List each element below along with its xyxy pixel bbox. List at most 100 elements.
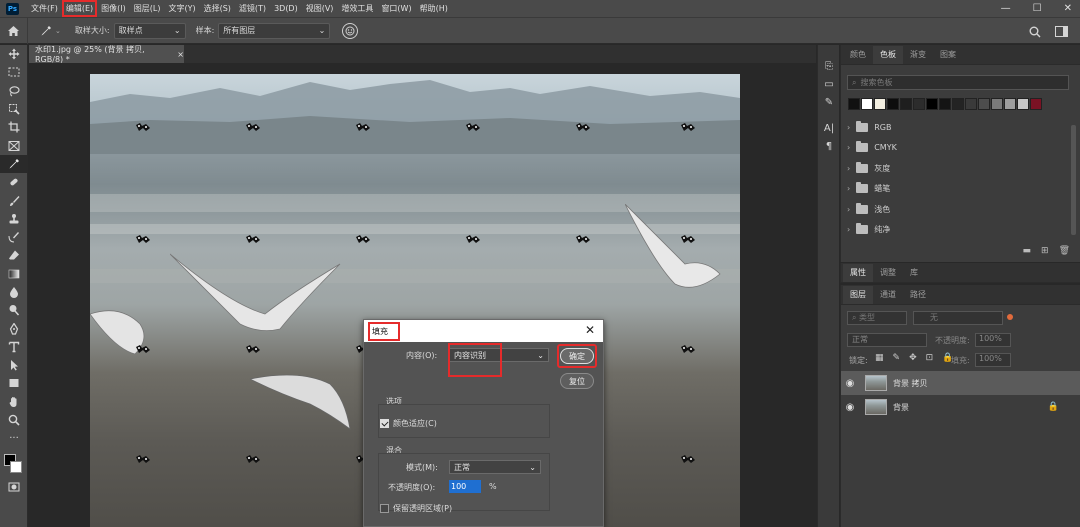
menu-3d[interactable]: 3D(D) — [270, 0, 302, 17]
quick-mask-button[interactable] — [0, 478, 28, 496]
layer-row[interactable]: ◉ 背景 🔒 — [841, 395, 1080, 419]
menu-plugins[interactable]: 增效工具 — [337, 0, 377, 17]
sample-select[interactable]: 所有图层 ⌄ — [218, 22, 331, 39]
lock-position-icon[interactable]: ✥ — [909, 353, 917, 363]
menu-help[interactable]: 帮助(H) — [416, 0, 452, 17]
close-window-button[interactable]: ✕ — [1064, 3, 1072, 14]
tab-gradients[interactable]: 渐变 — [903, 46, 933, 64]
tab-patterns[interactable]: 图案 — [933, 46, 963, 64]
frame-tool[interactable] — [0, 136, 28, 154]
chevron-right-icon[interactable]: › — [847, 225, 850, 234]
color-swatch[interactable] — [887, 98, 899, 110]
color-swatch[interactable] — [913, 98, 925, 110]
workspace-icon[interactable] — [1055, 26, 1068, 37]
reset-button[interactable]: 复位 — [560, 373, 594, 389]
comments-panel-icon[interactable]: ▭ — [818, 75, 840, 93]
minimize-button[interactable]: — — [1001, 3, 1011, 14]
home-button[interactable] — [0, 17, 28, 44]
color-swatches[interactable] — [0, 448, 28, 478]
tab-swatches[interactable]: 色板 — [873, 46, 903, 64]
fill-input[interactable]: 100% — [975, 353, 1011, 367]
opacity-input[interactable]: 100 — [449, 480, 481, 493]
eyedropper-tool[interactable] — [0, 154, 28, 174]
eraser-tool[interactable] — [0, 246, 28, 264]
preserve-transparency-checkbox[interactable]: 保留透明区域(P) — [380, 503, 452, 514]
layer-name[interactable]: 背景 拷贝 — [893, 378, 928, 389]
new-swatch-icon[interactable]: ⊞ — [1041, 246, 1049, 256]
chevron-right-icon[interactable]: › — [847, 205, 850, 214]
path-selection-tool[interactable] — [0, 356, 28, 374]
tab-libraries[interactable]: 库 — [903, 264, 925, 282]
menu-filter[interactable]: 滤镜(T) — [235, 0, 270, 17]
layer-opacity-input[interactable]: 100% — [975, 333, 1011, 347]
document-tab[interactable]: 水印1.jpg @ 25% (背景 拷贝, RGB/8) * × — [29, 45, 184, 64]
close-tab-icon[interactable]: × — [177, 50, 184, 59]
gradient-tool[interactable] — [0, 265, 28, 283]
layer-filter-kind[interactable]: 无 — [913, 311, 1003, 325]
checkbox-checked[interactable] — [380, 419, 389, 428]
swatch-search-input[interactable]: ⌕ 搜索色板 — [847, 75, 1069, 90]
crop-tool[interactable] — [0, 118, 28, 136]
history-panel-icon[interactable]: ⎘ — [818, 57, 840, 75]
tab-color[interactable]: 颜色 — [843, 46, 873, 64]
color-swatch[interactable] — [965, 98, 977, 110]
swatch-folder[interactable]: › RGB — [847, 117, 891, 137]
background-color[interactable] — [10, 460, 22, 473]
more-tools[interactable]: ··· — [0, 429, 28, 447]
color-swatch[interactable] — [991, 98, 1003, 110]
zoom-tool[interactable] — [0, 411, 28, 429]
swatch-folder[interactable]: › CMYK — [847, 138, 897, 158]
layer-filter-select[interactable]: ⌕ 类型 — [847, 311, 907, 325]
menu-image[interactable]: 图像(I) — [97, 0, 130, 17]
lock-artboard-icon[interactable]: ⊡ — [926, 353, 934, 363]
color-swatch[interactable] — [926, 98, 938, 110]
color-swatch[interactable] — [1004, 98, 1016, 110]
pen-tool[interactable] — [0, 319, 28, 337]
tab-properties[interactable]: 属性 — [843, 264, 873, 282]
panel-scrollbar[interactable] — [1071, 125, 1076, 235]
tab-channels[interactable]: 通道 — [873, 286, 903, 304]
menu-file[interactable]: 文件(F) — [27, 0, 62, 17]
tab-layers[interactable]: 图层 — [843, 286, 873, 304]
search-icon[interactable] — [1029, 26, 1041, 38]
color-swatch[interactable] — [1017, 98, 1029, 110]
clone-stamp-tool[interactable] — [0, 210, 28, 228]
eyedropper-tool-preset[interactable]: ⌄ — [40, 25, 61, 37]
brush-tool[interactable] — [0, 191, 28, 209]
type-tool[interactable] — [0, 338, 28, 356]
checkbox-unchecked[interactable] — [380, 504, 389, 513]
dialog-titlebar[interactable]: 填充 ✕ — [364, 320, 603, 342]
hand-tool[interactable] — [0, 393, 28, 411]
swatch-folder[interactable]: › 蜡笔 — [847, 179, 890, 199]
mode-select[interactable]: 正常 ⌄ — [449, 460, 541, 474]
layer-name[interactable]: 背景 — [893, 402, 909, 413]
paragraph-panel-icon[interactable]: ¶ — [818, 137, 840, 155]
filter-toggle-dot[interactable] — [1007, 314, 1013, 320]
delete-icon[interactable]: 🗑 — [1059, 246, 1070, 256]
new-group-icon[interactable]: ▬ — [1023, 246, 1032, 256]
menu-edit[interactable]: 编辑(E) — [61, 0, 98, 17]
dodge-tool[interactable] — [0, 301, 28, 319]
color-swatch[interactable] — [900, 98, 912, 110]
history-brush-tool[interactable] — [0, 228, 28, 246]
character-panel-icon[interactable]: A| — [818, 119, 840, 137]
blur-tool[interactable] — [0, 283, 28, 301]
move-tool[interactable] — [0, 45, 28, 63]
maximize-button[interactable]: ☐ — [1033, 3, 1042, 14]
color-swatch[interactable] — [861, 98, 873, 110]
lock-image-icon[interactable]: ✎ — [893, 353, 901, 363]
tab-adjustments[interactable]: 调整 — [873, 264, 903, 282]
blend-mode-select[interactable]: 正常 — [847, 333, 927, 347]
color-adapt-checkbox[interactable]: 颜色适应(C) — [380, 418, 437, 429]
lasso-tool[interactable] — [0, 82, 28, 100]
color-swatch[interactable] — [874, 98, 886, 110]
menu-view[interactable]: 视图(V) — [302, 0, 338, 17]
chevron-right-icon[interactable]: › — [847, 164, 850, 173]
color-swatch[interactable] — [978, 98, 990, 110]
color-swatch[interactable] — [848, 98, 860, 110]
eye-icon[interactable]: ◉ — [841, 378, 859, 389]
marquee-tool[interactable] — [0, 63, 28, 81]
quick-selection-tool[interactable] — [0, 100, 28, 118]
lock-pixels-icon[interactable]: ▦ — [875, 353, 884, 363]
spot-healing-tool[interactable] — [0, 173, 28, 191]
